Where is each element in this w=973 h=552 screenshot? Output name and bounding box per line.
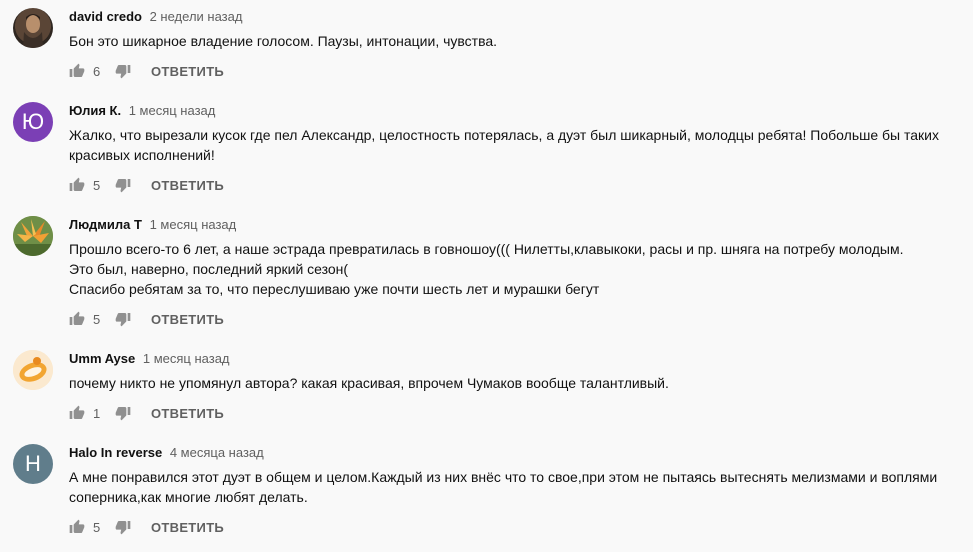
avatar[interactable] [13, 216, 53, 256]
comment-text: А мне понравился этот дуэт в общем и цел… [69, 469, 938, 505]
comment-timestamp[interactable]: 1 месяц назад [150, 217, 237, 232]
comment-timestamp[interactable]: 2 недели назад [150, 9, 243, 24]
thumb-down-icon[interactable] [115, 519, 131, 535]
avatar-letter: Н [25, 451, 41, 476]
comment-author[interactable]: Юлия К. [69, 103, 121, 118]
reply-button[interactable]: ОТВЕТИТЬ [151, 520, 224, 535]
thumb-up-icon[interactable] [69, 405, 85, 421]
like-count: 1 [93, 405, 101, 421]
thumb-up-icon[interactable] [69, 177, 85, 193]
comment-actions: 6 ОТВЕТИТЬ [69, 59, 224, 83]
comment-timestamp[interactable]: 4 месяца назад [170, 445, 264, 460]
thumb-up-icon[interactable] [69, 63, 85, 79]
avatar-photo [13, 216, 53, 256]
avatar[interactable]: Ю [13, 102, 53, 142]
comment-actions: 5 ОТВЕТИТЬ [69, 307, 224, 331]
like-count: 5 [93, 177, 101, 193]
reply-button[interactable]: ОТВЕТИТЬ [151, 406, 224, 421]
comment-actions: 5 ОТВЕТИТЬ [69, 173, 224, 197]
comment-actions: 1 ОТВЕТИТЬ [69, 401, 224, 425]
comment-timestamp[interactable]: 1 месяц назад [129, 103, 216, 118]
comment-text: Прошло всего-то 6 лет, а наше эстрада пр… [69, 241, 904, 297]
reply-button[interactable]: ОТВЕТИТЬ [151, 312, 224, 327]
comment-actions: 5 ОТВЕТИТЬ [69, 515, 224, 539]
reply-button[interactable]: ОТВЕТИТЬ [151, 64, 224, 79]
comment-author[interactable]: Людмила Т [69, 217, 142, 232]
comment-author[interactable]: Umm Ayse [69, 351, 135, 366]
thumb-down-icon[interactable] [115, 311, 131, 327]
comment-author[interactable]: Halo In reverse [69, 445, 162, 460]
thumb-down-icon[interactable] [115, 177, 131, 193]
avatar[interactable] [13, 8, 53, 48]
comment-text: Бон это шикарное владение голосом. Паузы… [69, 33, 498, 49]
comment-author[interactable]: david credo [69, 9, 142, 24]
avatar-photo [13, 350, 53, 390]
thumb-up-icon[interactable] [69, 311, 85, 327]
like-count: 5 [93, 311, 101, 327]
thumb-down-icon[interactable] [115, 63, 131, 79]
reply-button[interactable]: ОТВЕТИТЬ [151, 178, 224, 193]
thumb-down-icon[interactable] [115, 405, 131, 421]
comment-text: Жалко, что вырезали кусок где пел Алекса… [69, 127, 939, 163]
like-count: 6 [93, 63, 101, 79]
avatar[interactable] [13, 350, 53, 390]
thumb-up-icon[interactable] [69, 519, 85, 535]
avatar-letter: Ю [21, 109, 45, 134]
avatar[interactable]: Н [13, 444, 53, 484]
like-count: 5 [93, 519, 101, 535]
comment-text: почему никто не упомянул автора? какая к… [69, 375, 669, 391]
comment-timestamp[interactable]: 1 месяц назад [143, 351, 230, 366]
avatar-photo [23, 14, 43, 48]
